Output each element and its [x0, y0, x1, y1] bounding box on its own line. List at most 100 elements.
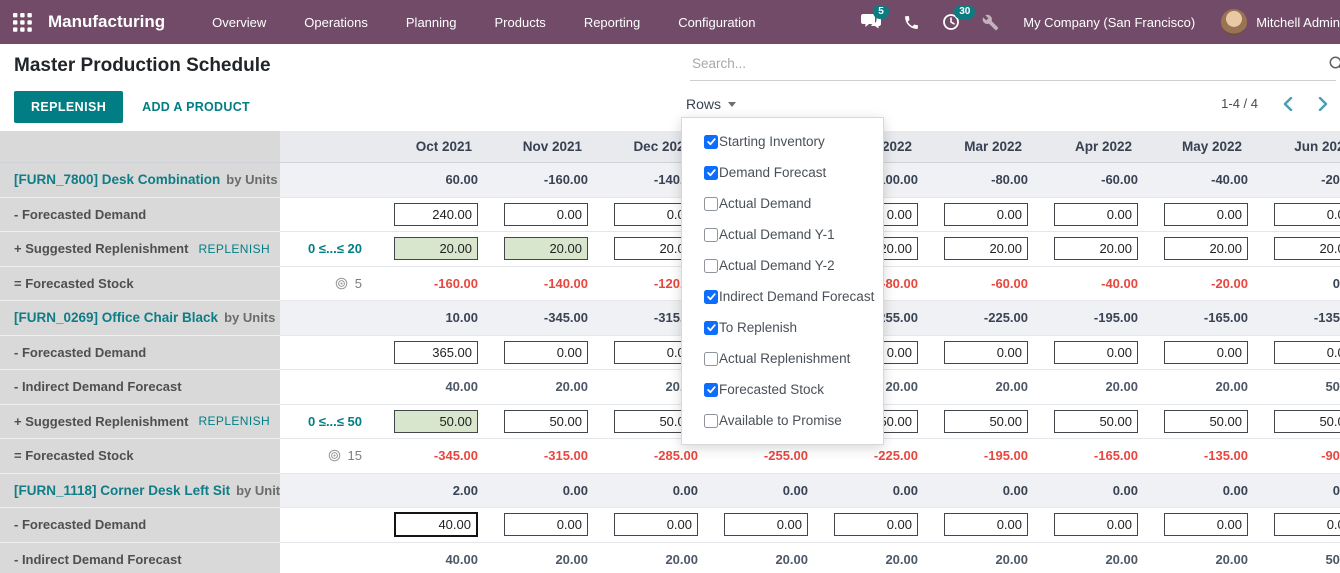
replenish-input[interactable] — [1164, 237, 1248, 261]
row-indirect: - Indirect Demand Forecast 40.00 20.00 20.0… — [0, 542, 1340, 573]
pager-previous-icon[interactable] — [1283, 96, 1293, 111]
rows-menu-item-actual-demand-y-1[interactable]: Actual Demand Y-1 — [682, 219, 883, 250]
checkbox-checked[interactable] — [704, 289, 718, 304]
topbar-menu-reporting[interactable]: Reporting — [565, 0, 659, 44]
checkbox-unchecked[interactable] — [704, 227, 718, 242]
replenish-input[interactable] — [504, 409, 588, 433]
demand-input[interactable] — [834, 513, 918, 537]
rows-menu-item-actual-demand[interactable]: Actual Demand — [682, 188, 883, 219]
page-title: Master Production Schedule — [14, 55, 271, 76]
activities-clock-icon[interactable]: 30 — [942, 5, 976, 31]
rows-menu-item-starting-inventory[interactable]: Starting Inventory — [682, 126, 883, 157]
demand-input[interactable] — [724, 513, 808, 537]
checkbox-unchecked[interactable] — [704, 196, 718, 211]
demand-input[interactable] — [1054, 513, 1138, 537]
phone-icon[interactable] — [903, 14, 920, 31]
value-cell: 50.00 — [1256, 370, 1340, 405]
rows-menu-item-indirect-demand-forecast[interactable]: Indirect Demand Forecast — [682, 281, 883, 312]
search-icon[interactable] — [1328, 55, 1340, 78]
checkbox-checked[interactable] — [704, 134, 718, 149]
search-input[interactable] — [690, 52, 1336, 81]
row-replenish-link[interactable]: REPLENISH — [198, 242, 270, 256]
replenish-input[interactable] — [1274, 409, 1340, 433]
debug-wrench-icon[interactable] — [982, 14, 999, 31]
topbar-menu-products[interactable]: Products — [476, 0, 565, 44]
topbar-menu-overview[interactable]: Overview — [193, 0, 285, 44]
checkbox-checked[interactable] — [704, 165, 718, 180]
topbar-menu-configuration[interactable]: Configuration — [659, 0, 774, 44]
demand-input[interactable] — [944, 513, 1028, 537]
demand-input[interactable] — [1274, 202, 1340, 226]
replenish-input[interactable] — [1054, 237, 1138, 261]
pager-next-icon[interactable] — [1318, 96, 1328, 111]
row-meta-cell — [280, 508, 376, 543]
checkbox-checked[interactable] — [704, 382, 718, 397]
demand-input[interactable] — [1274, 513, 1340, 537]
demand-input[interactable] — [1164, 202, 1248, 226]
value-cell: 0.00 — [926, 473, 1036, 508]
replenish-input[interactable] — [1274, 237, 1340, 261]
demand-input[interactable] — [1054, 202, 1138, 226]
company-switcher[interactable]: My Company (San Francisco) — [1023, 15, 1195, 30]
replenish-input[interactable] — [1054, 409, 1138, 433]
rows-menu-item-to-replenish[interactable]: To Replenish — [682, 312, 883, 343]
rows-menu-item-actual-demand-y-2[interactable]: Actual Demand Y-2 — [682, 250, 883, 281]
replenish-input[interactable] — [1164, 409, 1248, 433]
value-cell: -60.00 — [1036, 163, 1146, 198]
replenish-input[interactable] — [504, 237, 588, 261]
apps-grid-icon[interactable] — [13, 12, 32, 32]
rows-menu-item-demand-forecast[interactable]: Demand Forecast — [682, 157, 883, 188]
checkbox-checked[interactable] — [704, 320, 718, 335]
value-cell: 0.00 — [1146, 473, 1256, 508]
row-label-cell: - Indirect Demand Forecast — [0, 370, 280, 405]
messages-icon[interactable]: 5 — [861, 5, 889, 31]
column-header-may-2022: May 2022 — [1146, 131, 1256, 163]
rows-menu-item-forecasted-stock[interactable]: Forecasted Stock — [682, 374, 883, 405]
demand-input[interactable] — [614, 513, 698, 537]
replenish-input[interactable] — [394, 237, 478, 261]
stock-target-value: 5 — [354, 275, 362, 291]
rows-menu-item-actual-replenishment[interactable]: Actual Replenishment — [682, 343, 883, 374]
replenish-input[interactable] — [944, 237, 1028, 261]
product-code-and-name[interactable]: [FURN_1118] Corner Desk Left Sit — [14, 483, 230, 498]
value-cell: -20.00 — [1256, 163, 1340, 198]
demand-input[interactable] — [944, 202, 1028, 226]
row-replenish-link[interactable]: REPLENISH — [198, 414, 270, 428]
add-product-button[interactable]: ADD A PRODUCT — [142, 100, 250, 114]
demand-input[interactable] — [394, 202, 478, 226]
user-avatar[interactable] — [1221, 9, 1248, 35]
demand-input[interactable] — [394, 340, 478, 364]
rows-menu-item-label: Indirect Demand Forecast — [719, 289, 875, 304]
value-cell: -345.00 — [486, 301, 596, 336]
topbar-menu-planning[interactable]: Planning — [387, 0, 476, 44]
value-cell: -140.00 — [486, 266, 596, 301]
rows-menu-item-available-to-promise[interactable]: Available to Promise — [682, 405, 883, 436]
checkbox-unchecked[interactable] — [704, 258, 718, 273]
column-header-oct-2021: Oct 2021 — [376, 131, 486, 163]
demand-input[interactable] — [504, 340, 588, 364]
row-demand: - Forecasted Demand — [0, 335, 1340, 370]
checkbox-unchecked[interactable] — [704, 413, 718, 428]
replenish-button[interactable]: REPLENISH — [14, 91, 124, 123]
replenish-input[interactable] — [394, 409, 478, 433]
demand-input[interactable] — [394, 512, 478, 538]
demand-input[interactable] — [1274, 340, 1340, 364]
demand-input[interactable] — [1164, 340, 1248, 364]
product-code-and-name[interactable]: [FURN_0269] Office Chair Black — [14, 310, 218, 325]
replenish-input[interactable] — [944, 409, 1028, 433]
demand-input[interactable] — [944, 340, 1028, 364]
value-cell: 20.00 — [1146, 542, 1256, 573]
rows-dropdown-toggle[interactable]: Rows — [686, 96, 737, 112]
product-label-cell: [FURN_1118] Corner Desk Left Sit by Units — [0, 473, 280, 508]
app-name[interactable]: Manufacturing — [48, 12, 165, 32]
input-cell — [1256, 508, 1340, 543]
row-label: + Suggested Replenishment — [14, 241, 189, 257]
checkbox-unchecked[interactable] — [704, 351, 718, 366]
demand-input[interactable] — [504, 513, 588, 537]
product-code-and-name[interactable]: [FURN_7800] Desk Combination — [14, 172, 220, 187]
demand-input[interactable] — [1164, 513, 1248, 537]
demand-input[interactable] — [504, 202, 588, 226]
topbar-menu-operations[interactable]: Operations — [285, 0, 387, 44]
user-name[interactable]: Mitchell Admin — [1256, 15, 1340, 30]
demand-input[interactable] — [1054, 340, 1138, 364]
